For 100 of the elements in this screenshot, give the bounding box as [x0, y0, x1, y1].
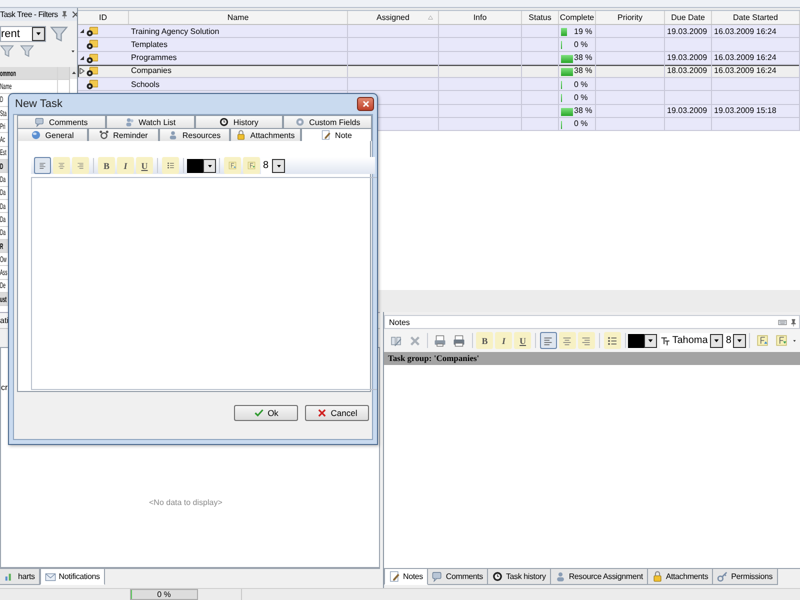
column-header[interactable]: ID	[78, 11, 129, 24]
column-header[interactable]: Priority	[596, 11, 665, 24]
folder-clock-icon	[86, 38, 98, 50]
expander-icon[interactable]	[79, 68, 85, 74]
close-icon	[360, 99, 370, 109]
bullet-list-button[interactable]	[162, 157, 179, 174]
shrink-font-button[interactable]	[243, 157, 260, 174]
column-header[interactable]: Status	[522, 11, 559, 24]
group-header: Task group: 'Companies'	[384, 352, 800, 365]
task-row[interactable]: Schools 0 %	[78, 78, 800, 92]
tab[interactable]: Attachments	[648, 569, 714, 585]
scroll-up-button[interactable]	[70, 67, 77, 79]
cross-icon	[316, 408, 327, 418]
tab[interactable]: Custom Fields	[283, 115, 372, 128]
tab[interactable]: Notifications	[40, 569, 105, 585]
property-label: Ac	[0, 135, 6, 144]
task-row[interactable]: Programmes 38 % 19.03.2009 16.03.2009 16:24	[78, 52, 800, 65]
align-left-button[interactable]	[540, 332, 557, 349]
italic-button[interactable]: I	[495, 332, 512, 349]
tab[interactable]: Comments	[428, 569, 488, 585]
category-label: R	[0, 242, 4, 250]
funnel-icon	[50, 24, 68, 42]
column-header[interactable]: Assigned	[348, 11, 439, 24]
delete-icon	[408, 334, 420, 346]
percent-complete: 38 %	[574, 66, 592, 76]
column-header[interactable]: Date Started	[712, 11, 800, 24]
clock-icon	[492, 571, 503, 582]
panel-title: ati	[0, 316, 8, 325]
size-dropdown[interactable]: 8	[261, 158, 285, 174]
align-right-button[interactable]	[578, 332, 595, 349]
percent-complete: 38 %	[574, 106, 592, 116]
column-header[interactable]: Due Date	[665, 11, 712, 24]
tab[interactable]: harts	[0, 569, 40, 585]
bullet-list-icon	[606, 334, 618, 346]
person-icon	[168, 130, 178, 140]
tab[interactable]: Resource Assignment	[550, 569, 648, 585]
font-dropdown[interactable]: Tahoma	[660, 332, 723, 348]
bold-button[interactable]: B	[98, 157, 115, 174]
tab[interactable]: Note	[301, 128, 372, 141]
column-header[interactable]: Name	[129, 11, 348, 24]
property-label: Da	[0, 228, 6, 238]
folder-clock-icon	[86, 52, 98, 64]
tab[interactable]: Attachments	[230, 128, 301, 141]
percent-complete: 0 %	[574, 80, 588, 89]
ok-button[interactable]: Ok	[234, 405, 298, 421]
dialog-title: New Task	[14, 98, 62, 110]
filter-dropdown[interactable]: rent	[0, 26, 46, 42]
grow-font-button[interactable]	[224, 157, 241, 174]
align-center-button[interactable]	[558, 332, 576, 349]
person-icon	[554, 571, 566, 582]
property-label: Name	[0, 82, 12, 91]
column-header[interactable]: Info	[439, 11, 522, 24]
bold-button[interactable]: B	[476, 332, 494, 349]
size-dropdown[interactable]: 8	[724, 332, 746, 348]
task-row[interactable]: Companies 38 % 18.03.2009 16.03.2009 16:24	[78, 64, 800, 78]
align-center-button[interactable]	[53, 157, 70, 174]
property-label: Est	[0, 148, 6, 158]
color-picker[interactable]	[187, 158, 216, 174]
property-label: Ow	[0, 254, 7, 264]
property-label: D	[0, 95, 4, 104]
tab[interactable]: Notes	[384, 569, 428, 585]
speech-bubble-icon	[432, 571, 443, 582]
clock-icon	[219, 117, 230, 127]
font-icon	[660, 336, 670, 346]
tab[interactable]: General	[17, 128, 88, 141]
shrink-font-icon	[247, 161, 256, 170]
property-label: Sta	[0, 108, 7, 118]
folder-clock-icon	[86, 78, 98, 90]
align-right-button[interactable]	[72, 157, 89, 174]
color-picker[interactable]	[628, 332, 658, 348]
close-button[interactable]	[357, 97, 374, 111]
italic-button[interactable]: I	[117, 157, 134, 174]
align-right-icon	[580, 334, 592, 346]
progress-text: 0 %	[157, 590, 171, 599]
property-label: Da	[0, 188, 6, 198]
grow-font-icon	[228, 161, 237, 170]
align-center-icon	[57, 161, 66, 170]
task-row[interactable]: Training Agency Solution 19 % 19.03.2009 16.03.2009 16:24	[78, 25, 800, 38]
globe-icon	[31, 130, 42, 140]
key-icon	[717, 571, 728, 582]
tab[interactable]: Comments	[17, 115, 106, 128]
tab[interactable]: History	[194, 115, 284, 128]
column-header[interactable]: Complete	[559, 11, 596, 24]
tab[interactable]: Resources	[159, 128, 230, 141]
bullet-list-button[interactable]	[604, 332, 621, 349]
underline-button[interactable]: U	[514, 332, 532, 349]
pin-icon	[60, 10, 69, 19]
bullet-list-icon	[166, 161, 175, 170]
panel-text: cr	[1, 383, 8, 392]
underline-button[interactable]: U	[136, 157, 153, 174]
panel-title: Task Tree - Filters	[0, 10, 58, 19]
tab[interactable]: Watch List	[106, 115, 194, 128]
folder-clock-icon	[86, 25, 98, 38]
tab[interactable]: Permissions	[713, 569, 778, 585]
tab[interactable]: Reminder	[88, 128, 159, 141]
tab[interactable]: Task history	[488, 569, 551, 585]
caret-icon	[791, 337, 798, 344]
cancel-button[interactable]: Cancel	[305, 405, 369, 421]
align-left-button[interactable]	[34, 157, 51, 174]
task-row[interactable]: Templates 0 %	[78, 38, 800, 52]
